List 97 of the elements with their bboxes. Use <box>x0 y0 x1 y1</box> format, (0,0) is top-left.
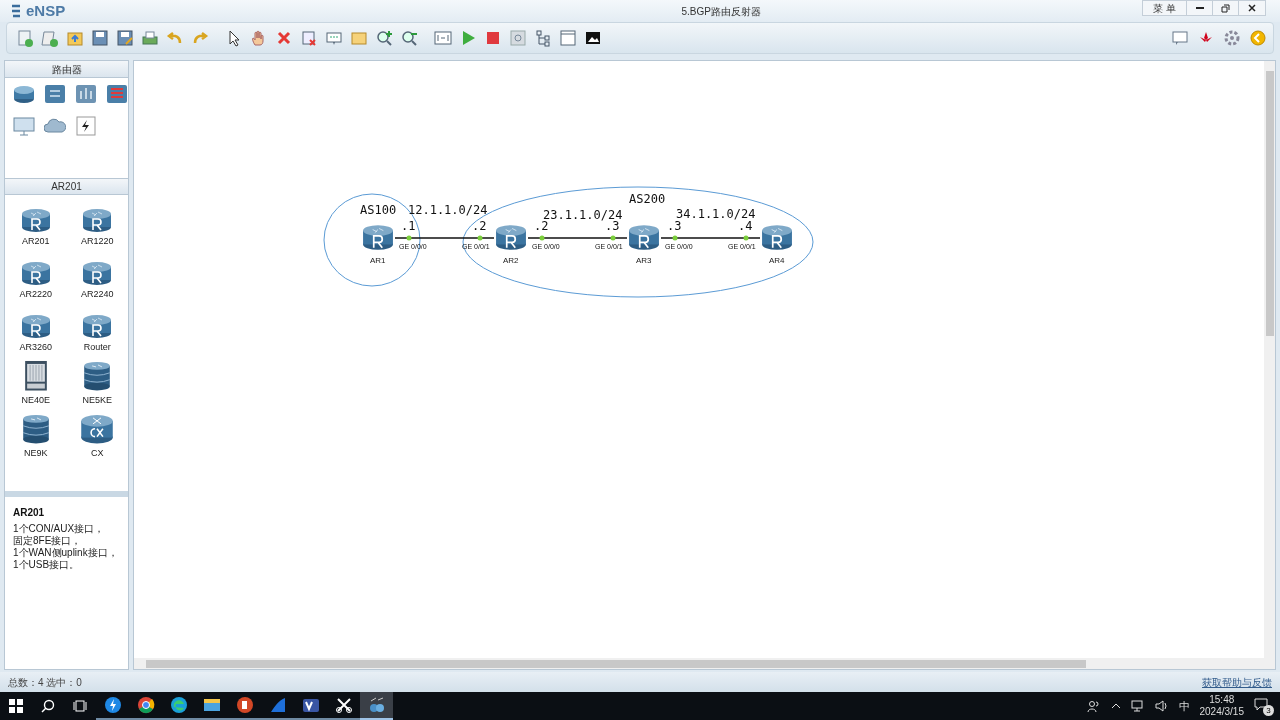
ip-suffix-label: .1 <box>401 220 416 232</box>
horizontal-scrollbar[interactable] <box>134 658 1275 669</box>
delete-icon[interactable] <box>275 29 293 47</box>
router-label: AR4 <box>769 255 785 267</box>
router-label: AR2 <box>503 255 519 267</box>
presentation-app-icon <box>235 696 254 714</box>
blank-window-icon[interactable] <box>559 29 577 47</box>
clock-time[interactable]: 15:48 <box>1209 694 1235 706</box>
device-label: Router <box>83 340 111 354</box>
device-label: AR1220 <box>81 234 114 248</box>
ip-suffix-label: .4 <box>738 220 753 232</box>
volume-icon[interactable] <box>1154 700 1169 712</box>
port-status-dot <box>477 235 483 241</box>
port-status-dot <box>406 235 412 241</box>
clock-date[interactable]: 2024/3/15 <box>1199 706 1244 718</box>
device-label: NE5KE <box>82 393 112 407</box>
minimize-icon <box>1195 7 1204 9</box>
ip-suffix-label: .3 <box>667 220 682 232</box>
zoom-out-icon[interactable] <box>400 29 418 47</box>
palette-group-header: AR201 <box>5 178 128 195</box>
app-logo-text: eNSP <box>26 0 66 21</box>
logo-icon <box>10 4 22 18</box>
save-as-icon[interactable] <box>116 29 134 47</box>
link-cable[interactable] <box>660 237 761 239</box>
cx-router-icon[interactable] <box>80 413 115 445</box>
wireless-icon[interactable] <box>75 83 97 105</box>
taskbar-app-button[interactable] <box>360 692 393 720</box>
as-label: AS100 <box>360 202 397 219</box>
task-view-icon[interactable] <box>73 699 87 713</box>
open-folder-icon[interactable] <box>66 29 84 47</box>
palette-category-header: 路由器 <box>5 61 128 78</box>
device-description-line: 1个WAN侧uplink接口， <box>13 547 119 559</box>
notification-count-badge: 3 <box>1263 705 1274 716</box>
port-status-dot <box>610 235 616 241</box>
device-label: AR2220 <box>19 287 52 301</box>
network-app-icon <box>367 696 386 714</box>
firewall-icon[interactable] <box>106 83 128 105</box>
device-label: NE40E <box>21 393 50 407</box>
network-label: 12.1.1.0/24 <box>408 202 488 219</box>
settings-icon[interactable] <box>1223 29 1241 47</box>
notification-icon[interactable] <box>1254 698 1268 711</box>
link-cable-icon[interactable] <box>75 115 97 137</box>
save-icon[interactable] <box>91 29 109 47</box>
device-label: AR2240 <box>81 287 114 301</box>
scrollbar-thumb[interactable] <box>146 659 1086 668</box>
windows-start-icon[interactable] <box>9 699 23 713</box>
link-cable[interactable] <box>527 237 628 239</box>
switch-icon[interactable] <box>44 83 66 105</box>
help-feedback-link[interactable]: 获取帮助与反馈 <box>1202 674 1272 690</box>
port-status-dot <box>672 235 678 241</box>
close-icon <box>1248 4 1256 12</box>
ip-suffix-label: .2 <box>472 220 487 232</box>
stacked-router-icon[interactable] <box>20 413 51 445</box>
fin-app-icon <box>268 696 287 714</box>
network-icon[interactable] <box>1130 700 1145 712</box>
topology-icon[interactable] <box>534 29 552 47</box>
device-label: AR201 <box>22 234 50 248</box>
ip-suffix-label: .2 <box>534 220 549 232</box>
chassis-device-icon[interactable] <box>23 360 48 392</box>
diagram-app-icon <box>301 696 320 714</box>
device-description-title: AR201 <box>13 506 46 520</box>
help-icon[interactable] <box>1249 29 1267 47</box>
network-label: 23.1.1.0/24 <box>543 207 623 222</box>
link-cable[interactable] <box>394 237 495 239</box>
capture-icon[interactable] <box>509 29 527 47</box>
router-label: AR1 <box>370 255 386 267</box>
wave-browser-icon <box>169 696 188 714</box>
scrollbar-thumb[interactable] <box>1265 71 1274 336</box>
device-label: AR3260 <box>19 340 52 354</box>
browser-icon <box>136 696 155 714</box>
zoom-in-icon[interactable] <box>375 29 393 47</box>
status-summary: 总数：4 选中：0 <box>8 675 82 690</box>
input-method-indicator[interactable]: 中 <box>1178 697 1190 715</box>
port-status-dot <box>539 235 545 241</box>
device-description-line: 固定8FE接口， <box>13 535 83 547</box>
ip-suffix-label: .3 <box>605 220 620 232</box>
stop-icon[interactable] <box>484 29 502 47</box>
restore-icon <box>1221 3 1230 13</box>
vertical-scrollbar[interactable] <box>1264 61 1275 658</box>
erase-icon[interactable] <box>300 29 318 47</box>
people-icon[interactable] <box>1086 699 1101 713</box>
search-icon[interactable] <box>41 699 55 713</box>
device-label: NE9K <box>24 446 48 460</box>
screen-image-icon[interactable] <box>584 29 602 47</box>
folder-icon <box>202 696 221 714</box>
lightning-app-icon <box>103 696 122 714</box>
port-status-dot <box>743 235 749 241</box>
as-label: AS200 <box>629 191 666 208</box>
device-label: CX <box>91 446 104 460</box>
device-description-line: 1个CON/AUX接口， <box>13 523 106 535</box>
network-label: 34.1.1.0/24 <box>676 206 756 221</box>
router-label: AR3 <box>636 255 652 267</box>
chevron-up-icon[interactable] <box>1110 703 1121 709</box>
stacked-router-icon[interactable] <box>82 360 113 392</box>
printer-icon[interactable] <box>141 29 159 47</box>
window-title: 5.BGP路由反射器 <box>681 4 761 19</box>
device-description-line: 1个USB接口。 <box>13 559 81 571</box>
